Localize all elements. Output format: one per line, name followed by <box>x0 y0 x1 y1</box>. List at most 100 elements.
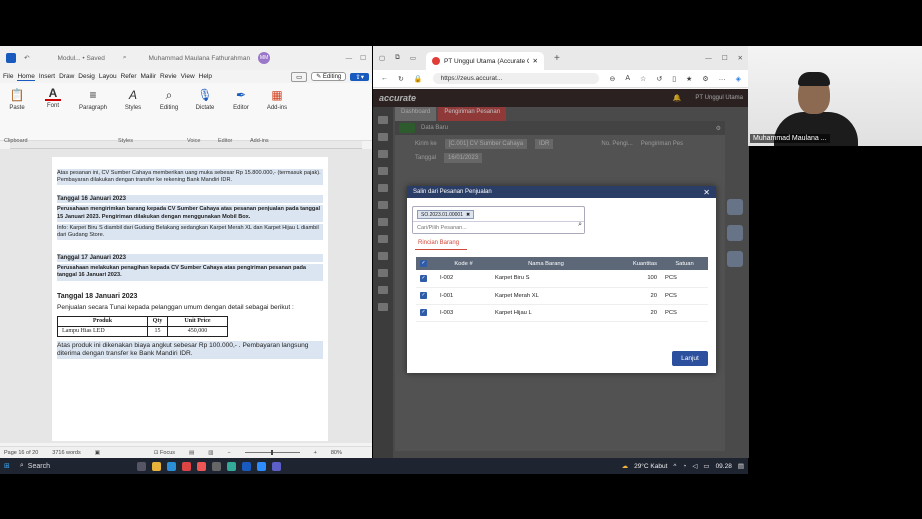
document-canvas[interactable]: Atas pesanan ini, CV Sumber Cahaya membe… <box>0 149 372 443</box>
zoom-level[interactable]: 80% <box>331 450 342 456</box>
remove-chip-icon[interactable]: ✖ <box>466 212 470 218</box>
tab-draw[interactable]: Draw <box>59 73 74 80</box>
zoom-in-icon[interactable]: + <box>314 450 317 456</box>
print-layout-icon[interactable]: ▥ <box>208 450 213 456</box>
tab-design[interactable]: Desig <box>78 73 95 80</box>
zoom-slider[interactable] <box>244 450 300 455</box>
back-icon[interactable]: ← <box>381 75 388 82</box>
word-taskbar-icon[interactable] <box>241 461 251 471</box>
close-window-icon[interactable]: ✕ <box>738 54 743 62</box>
new-tab-icon[interactable]: + <box>554 53 560 64</box>
lanjut-button[interactable]: Lanjut <box>672 351 708 366</box>
editing-button[interactable]: ⌕ Editing <box>156 87 182 112</box>
tab-home[interactable]: Home <box>17 73 35 81</box>
minimize-icon[interactable]: — <box>346 55 353 62</box>
read-mode-icon[interactable]: ▤ <box>189 450 194 456</box>
notification-icon[interactable]: ▤ <box>738 462 744 470</box>
order-search-box[interactable]: SO.2023.01.00001 ✖ ⌕ <box>412 206 585 234</box>
weather-text[interactable]: 29°C Kabut <box>634 463 667 470</box>
read-aloud-icon[interactable]: A <box>625 75 630 82</box>
table-row[interactable]: ✓ I-003 Karpet Hijau L 20 PCS <box>416 304 708 322</box>
order-search-input[interactable] <box>413 221 584 233</box>
tab-mailings[interactable]: Mailir <box>141 73 157 80</box>
edge-icon[interactable] <box>166 461 176 471</box>
avatar[interactable]: MM <box>258 52 271 64</box>
user-name: Muhammad Maulana Fathurahman <box>148 54 251 62</box>
tab-actions-icon[interactable]: ▭ <box>410 54 416 62</box>
taskbar-search[interactable]: ⌕ Search <box>16 460 131 472</box>
table-row[interactable]: ✓ I-001 Karpet Merah XL 20 PCS <box>416 287 708 305</box>
editing-mode-button[interactable]: ✎ Editing <box>311 72 347 81</box>
editor-button[interactable]: ✒ Editor <box>228 87 254 111</box>
zoom-out-icon[interactable]: − <box>227 450 230 456</box>
items-table-header: ✓ Kode # Nama Barang Kuantitas Satuan <box>416 257 708 270</box>
tray-chevron-icon[interactable]: ^ <box>673 463 676 470</box>
ruler[interactable] <box>10 141 362 149</box>
row-checkbox[interactable]: ✓ <box>416 287 436 305</box>
word-count[interactable]: 3716 words <box>52 450 80 456</box>
share-button[interactable]: ⇪▾ <box>350 72 369 81</box>
tab-view[interactable]: View <box>181 73 195 80</box>
browser-taskbar-icon[interactable] <box>226 461 236 471</box>
group-styles: Styles <box>118 138 133 144</box>
more-icon[interactable]: … <box>719 75 726 82</box>
collections-icon[interactable]: ⧉ <box>395 54 400 62</box>
volume-icon[interactable]: ◁ <box>692 462 697 470</box>
proofing-icon[interactable]: ▣ <box>95 450 100 456</box>
tab-insert[interactable]: Insert <box>39 73 55 80</box>
add-ins-button[interactable]: ▦ Add-ins <box>264 87 290 111</box>
paste-button[interactable]: 📋 Paste <box>4 87 30 111</box>
task-view-icon[interactable] <box>136 461 146 471</box>
copy-from-sales-order-dialog: Salin dari Pesanan Penjualan ✕ SO.2023.0… <box>407 186 716 373</box>
close-tab-icon[interactable]: ✕ <box>533 57 538 65</box>
search-icon[interactable]: ⌕ <box>123 54 127 62</box>
tab-help[interactable]: Help <box>199 73 212 80</box>
favorite-icon[interactable]: ☆ <box>640 75 646 83</box>
styles-button[interactable]: A Styles <box>120 87 146 111</box>
tab-rincian-barang[interactable]: Rincian Barang <box>418 240 459 246</box>
profile-icon[interactable]: ▢ <box>379 54 385 62</box>
clock[interactable]: 09.28 <box>716 463 732 470</box>
zoom-taskbar-icon[interactable] <box>256 461 266 471</box>
copilot-icon[interactable]: ◈ <box>736 75 741 83</box>
windows-start-icon[interactable]: ⊞ <box>4 462 10 470</box>
search-icon[interactable]: ⌕ <box>578 221 582 229</box>
chrome-icon[interactable] <box>181 461 191 471</box>
weather-icon[interactable]: ☁ <box>622 462 629 470</box>
file-explorer-icon[interactable] <box>151 461 161 471</box>
split-screen-icon[interactable]: ▯ <box>672 75 676 83</box>
minimize-icon[interactable]: — <box>705 55 712 62</box>
row-checkbox[interactable]: ✓ <box>416 304 436 322</box>
zoom-icon[interactable]: ⊖ <box>609 75 615 83</box>
tab-file[interactable]: File <box>3 73 13 80</box>
document-page[interactable]: Atas pesanan ini, CV Sumber Cahaya membe… <box>52 157 328 441</box>
page-count[interactable]: Page 16 of 20 <box>4 450 38 456</box>
wifi-icon[interactable]: ◔ <box>682 463 686 470</box>
url-field[interactable]: https://zeus.accurat... <box>432 73 600 84</box>
tab-references[interactable]: Refer <box>121 73 137 80</box>
tab-layout[interactable]: Layou <box>99 73 117 80</box>
store-icon[interactable] <box>211 461 221 471</box>
dictate-button[interactable]: 🎙 Dictate <box>192 87 218 111</box>
font-button[interactable]: A Font <box>40 86 66 109</box>
maximize-icon[interactable]: ☐ <box>722 54 728 62</box>
extensions-icon[interactable]: ⚙ <box>702 75 708 83</box>
favorites-icon[interactable]: ★ <box>686 75 692 83</box>
paragraph-button[interactable]: ≡ Paragraph <box>76 87 110 111</box>
refresh-alt-icon[interactable]: ↺ <box>656 75 662 83</box>
selected-order-chip[interactable]: SO.2023.01.00001 ✖ <box>417 210 475 219</box>
table-row[interactable]: ✓ I-002 Karpet Biru S 100 PCS <box>416 270 708 288</box>
app-icon[interactable] <box>196 461 206 471</box>
close-icon[interactable]: ✕ <box>703 188 710 197</box>
tab-review[interactable]: Revie <box>160 73 177 80</box>
browser-tab-accurate[interactable]: PT Unggul Utama (Accurate Onli ✕ <box>425 52 544 70</box>
select-all-checkbox[interactable]: ✓ <box>416 257 436 270</box>
maximize-icon[interactable]: ☐ <box>360 54 366 62</box>
focus-button[interactable]: ⊡ Focus <box>154 450 175 456</box>
row-checkbox[interactable]: ✓ <box>416 270 436 288</box>
comments-icon[interactable]: ▭ <box>291 71 308 82</box>
undo-icon[interactable]: ↶ <box>24 54 29 62</box>
refresh-icon[interactable]: ↻ <box>398 75 404 83</box>
meet-taskbar-icon[interactable] <box>271 461 281 471</box>
battery-icon[interactable]: ▭ <box>703 462 709 470</box>
